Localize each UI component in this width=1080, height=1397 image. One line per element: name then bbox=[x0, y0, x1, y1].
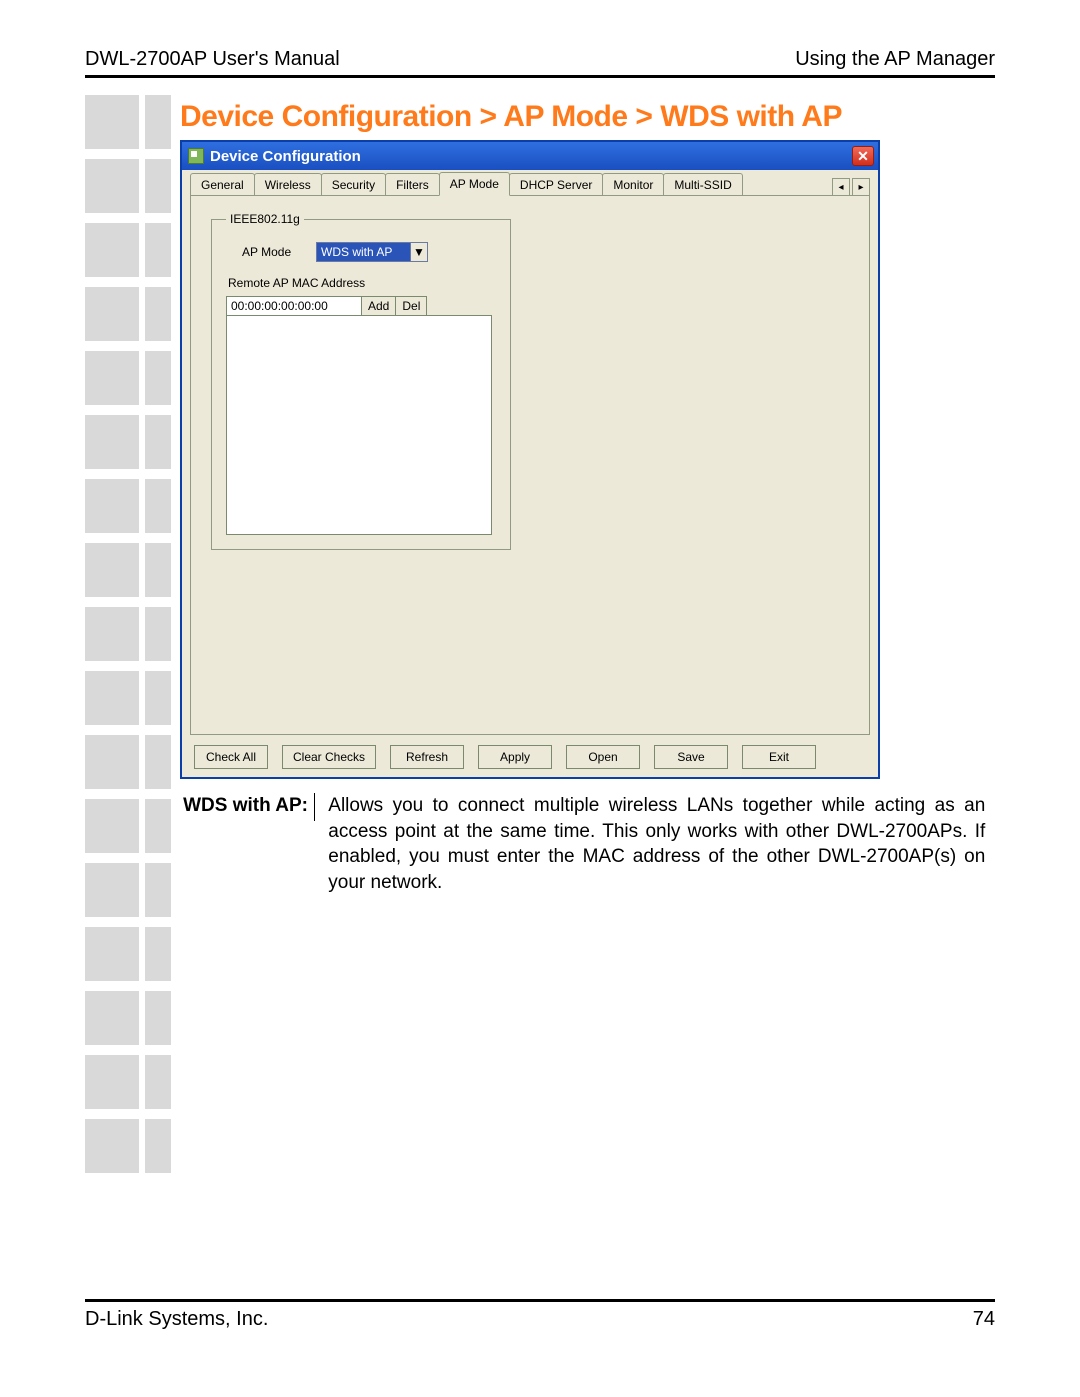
tab-multi-ssid[interactable]: Multi-SSID bbox=[663, 173, 742, 196]
page-footer: D-Link Systems, Inc. 74 bbox=[85, 1299, 995, 1329]
description-text: Allows you to connect multiple wireless … bbox=[320, 793, 985, 896]
groupbox-legend: IEEE802.11g bbox=[226, 212, 304, 226]
exit-button[interactable]: Exit bbox=[742, 745, 816, 769]
device-configuration-window: Device Configuration ✕ General Wireless … bbox=[180, 140, 880, 779]
chevron-down-icon: ▼ bbox=[410, 243, 427, 261]
close-icon[interactable]: ✕ bbox=[852, 146, 874, 166]
tab-scroll-right-icon[interactable]: ▸ bbox=[852, 178, 870, 196]
tab-strip: General Wireless Security Filters AP Mod… bbox=[190, 170, 870, 196]
window-app-icon bbox=[188, 148, 204, 164]
tab-scroll-left-icon[interactable]: ◂ bbox=[832, 178, 850, 196]
remote-mac-label: Remote AP MAC Address bbox=[228, 276, 496, 290]
window-title: Device Configuration bbox=[210, 148, 852, 165]
breadcrumb: Device Configuration > AP Mode > WDS wit… bbox=[180, 100, 995, 134]
ieee80211g-groupbox: IEEE802.11g AP Mode WDS with AP ▼ Remote… bbox=[211, 212, 511, 550]
mac-address-listbox[interactable] bbox=[226, 315, 492, 535]
description-label: WDS with AP: bbox=[180, 793, 315, 821]
tab-filters[interactable]: Filters bbox=[385, 173, 440, 196]
footer-left: D-Link Systems, Inc. bbox=[85, 1308, 268, 1331]
add-button[interactable]: Add bbox=[361, 296, 396, 316]
tab-dhcp-server[interactable]: DHCP Server bbox=[509, 173, 603, 196]
open-button[interactable]: Open bbox=[566, 745, 640, 769]
tab-panel-ap-mode: IEEE802.11g AP Mode WDS with AP ▼ Remote… bbox=[190, 195, 870, 735]
tab-wireless[interactable]: Wireless bbox=[254, 173, 322, 196]
tab-ap-mode[interactable]: AP Mode bbox=[439, 172, 510, 196]
window-button-row: Check All Clear Checks Refresh Apply Ope… bbox=[190, 745, 870, 769]
apply-button[interactable]: Apply bbox=[478, 745, 552, 769]
mac-address-input[interactable] bbox=[226, 296, 362, 316]
decorative-squares bbox=[85, 95, 171, 1183]
del-button[interactable]: Del bbox=[395, 296, 427, 316]
header-left: DWL-2700AP User's Manual bbox=[85, 48, 340, 71]
header-right: Using the AP Manager bbox=[795, 48, 995, 71]
refresh-button[interactable]: Refresh bbox=[390, 745, 464, 769]
window-titlebar[interactable]: Device Configuration ✕ bbox=[182, 142, 878, 170]
ap-mode-label: AP Mode bbox=[226, 245, 316, 259]
save-button[interactable]: Save bbox=[654, 745, 728, 769]
tab-monitor[interactable]: Monitor bbox=[602, 173, 664, 196]
description-block: WDS with AP: Allows you to connect multi… bbox=[180, 793, 995, 896]
clear-checks-button[interactable]: Clear Checks bbox=[282, 745, 376, 769]
ap-mode-value: WDS with AP bbox=[321, 245, 392, 259]
ap-mode-dropdown[interactable]: WDS with AP ▼ bbox=[316, 242, 428, 262]
tab-security[interactable]: Security bbox=[321, 173, 386, 196]
tab-general[interactable]: General bbox=[190, 173, 255, 196]
check-all-button[interactable]: Check All bbox=[194, 745, 268, 769]
page-header: DWL-2700AP User's Manual Using the AP Ma… bbox=[85, 48, 995, 78]
footer-right: 74 bbox=[973, 1308, 995, 1331]
